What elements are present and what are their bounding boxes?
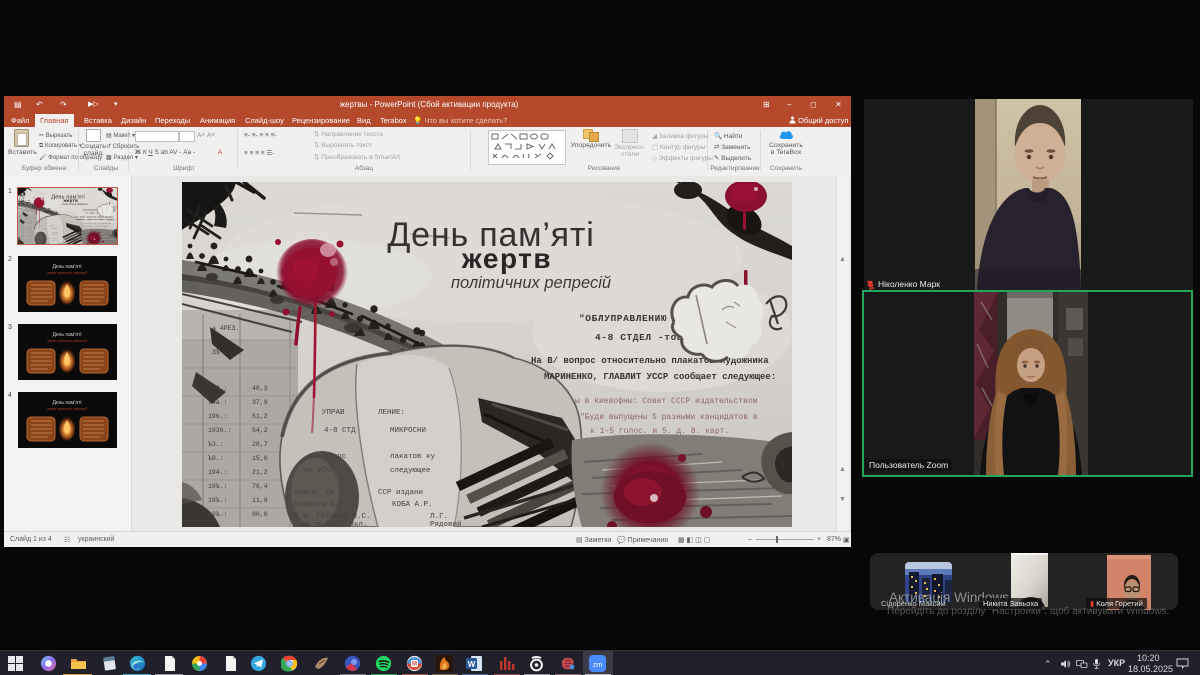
svg-text:76,4: 76,4 (252, 483, 268, 490)
svg-text:нт УССР: нт УССР (304, 467, 336, 475)
svg-text:51,2: 51,2 (252, 413, 268, 420)
svg-text:4-8 СТД: 4-8 СТД (324, 427, 356, 435)
svg-text:ССР издани: ССР издани (378, 489, 423, 497)
svg-text:ы в Киевофны: Совет СССР издат: ы в Киевофны: Совет СССР издательством (575, 397, 758, 406)
svg-text:28,7: 28,7 (252, 441, 268, 448)
svg-text:В.И. ГРУЗОВА Н.С.: В.И. ГРУЗОВА Н.С. (294, 513, 371, 521)
svg-text:196.:: 196.: (208, 413, 228, 420)
svg-text:90,6: 90,6 (252, 511, 268, 518)
svg-text:19Ъ.:: 19Ъ.: (208, 497, 228, 504)
svg-text:следующее: следующее (390, 467, 431, 475)
svg-text:11,8: 11,8 (252, 497, 268, 504)
svg-text:політичних репресій: політичних репресій (451, 274, 611, 292)
svg-text:УПРАВ: УПРАВ (322, 409, 345, 417)
svg-text:40,3: 40,3 (252, 385, 268, 392)
svg-text:МИКРОСНИ: МИКРОСНИ (390, 427, 426, 435)
svg-text:жертв: жертв (461, 243, 552, 274)
svg-text:M: M (412, 662, 417, 668)
svg-text:МАРИНЕНКО, ГЛАВЛИТ УССР сообща: МАРИНЕНКО, ГЛАВЛИТ УССР сообщает следующ… (544, 371, 776, 382)
svg-text:к 1-5 голос. и 5. д. 8.: к 1-5 голос. и 5. д. 8. карт. (590, 427, 729, 436)
svg-text:37,9: 37,9 (252, 399, 268, 406)
svg-text:КОБА А.Р.: КОБА А.Р. (392, 501, 433, 509)
svg-text:описи: Се: описи: Се (294, 489, 335, 497)
svg-text:Л.Г.: Л.Г. (430, 513, 448, 521)
svg-text:1936.:: 1936.: (208, 427, 231, 434)
svg-text:ое по ЮССС вкл.: ое по ЮССС вкл. (300, 521, 368, 527)
svg-text:19Ъ.:: 19Ъ.: (208, 483, 228, 490)
svg-text:а 4РЕЗ.: а 4РЕЗ. (212, 325, 239, 332)
svg-text:"Буди выпущены 5 разными канци: "Буди выпущены 5 разными канцидатов в (580, 413, 758, 422)
svg-text:Ъ3.:: Ъ3.: (208, 441, 224, 448)
svg-text:21,2: 21,2 (252, 469, 268, 476)
svg-text:Ъ9.:: Ъ9.: (208, 455, 224, 462)
svg-text:15,6: 15,6 (252, 455, 268, 462)
svg-text:ЛЕНИЕ:: ЛЕНИЕ: (378, 409, 405, 417)
svg-text:ое относ: ое относ (310, 453, 346, 461)
svg-text:"ОБЛУПРАВЛЕНИЮ В: "ОБЛУПРАВЛЕНИЮ В (579, 313, 680, 324)
svg-text:плакаты А.Е.: плакаты А.Е. (294, 501, 348, 509)
svg-text:лакатов ку: лакатов ку (390, 453, 436, 461)
svg-text:194.:: 194.: (208, 469, 228, 476)
svg-text:54,2: 54,2 (252, 427, 268, 434)
svg-text:W: W (468, 660, 476, 669)
svg-text:zm: zm (593, 662, 603, 669)
svg-text:Рядовий: Рядовий (430, 520, 462, 527)
